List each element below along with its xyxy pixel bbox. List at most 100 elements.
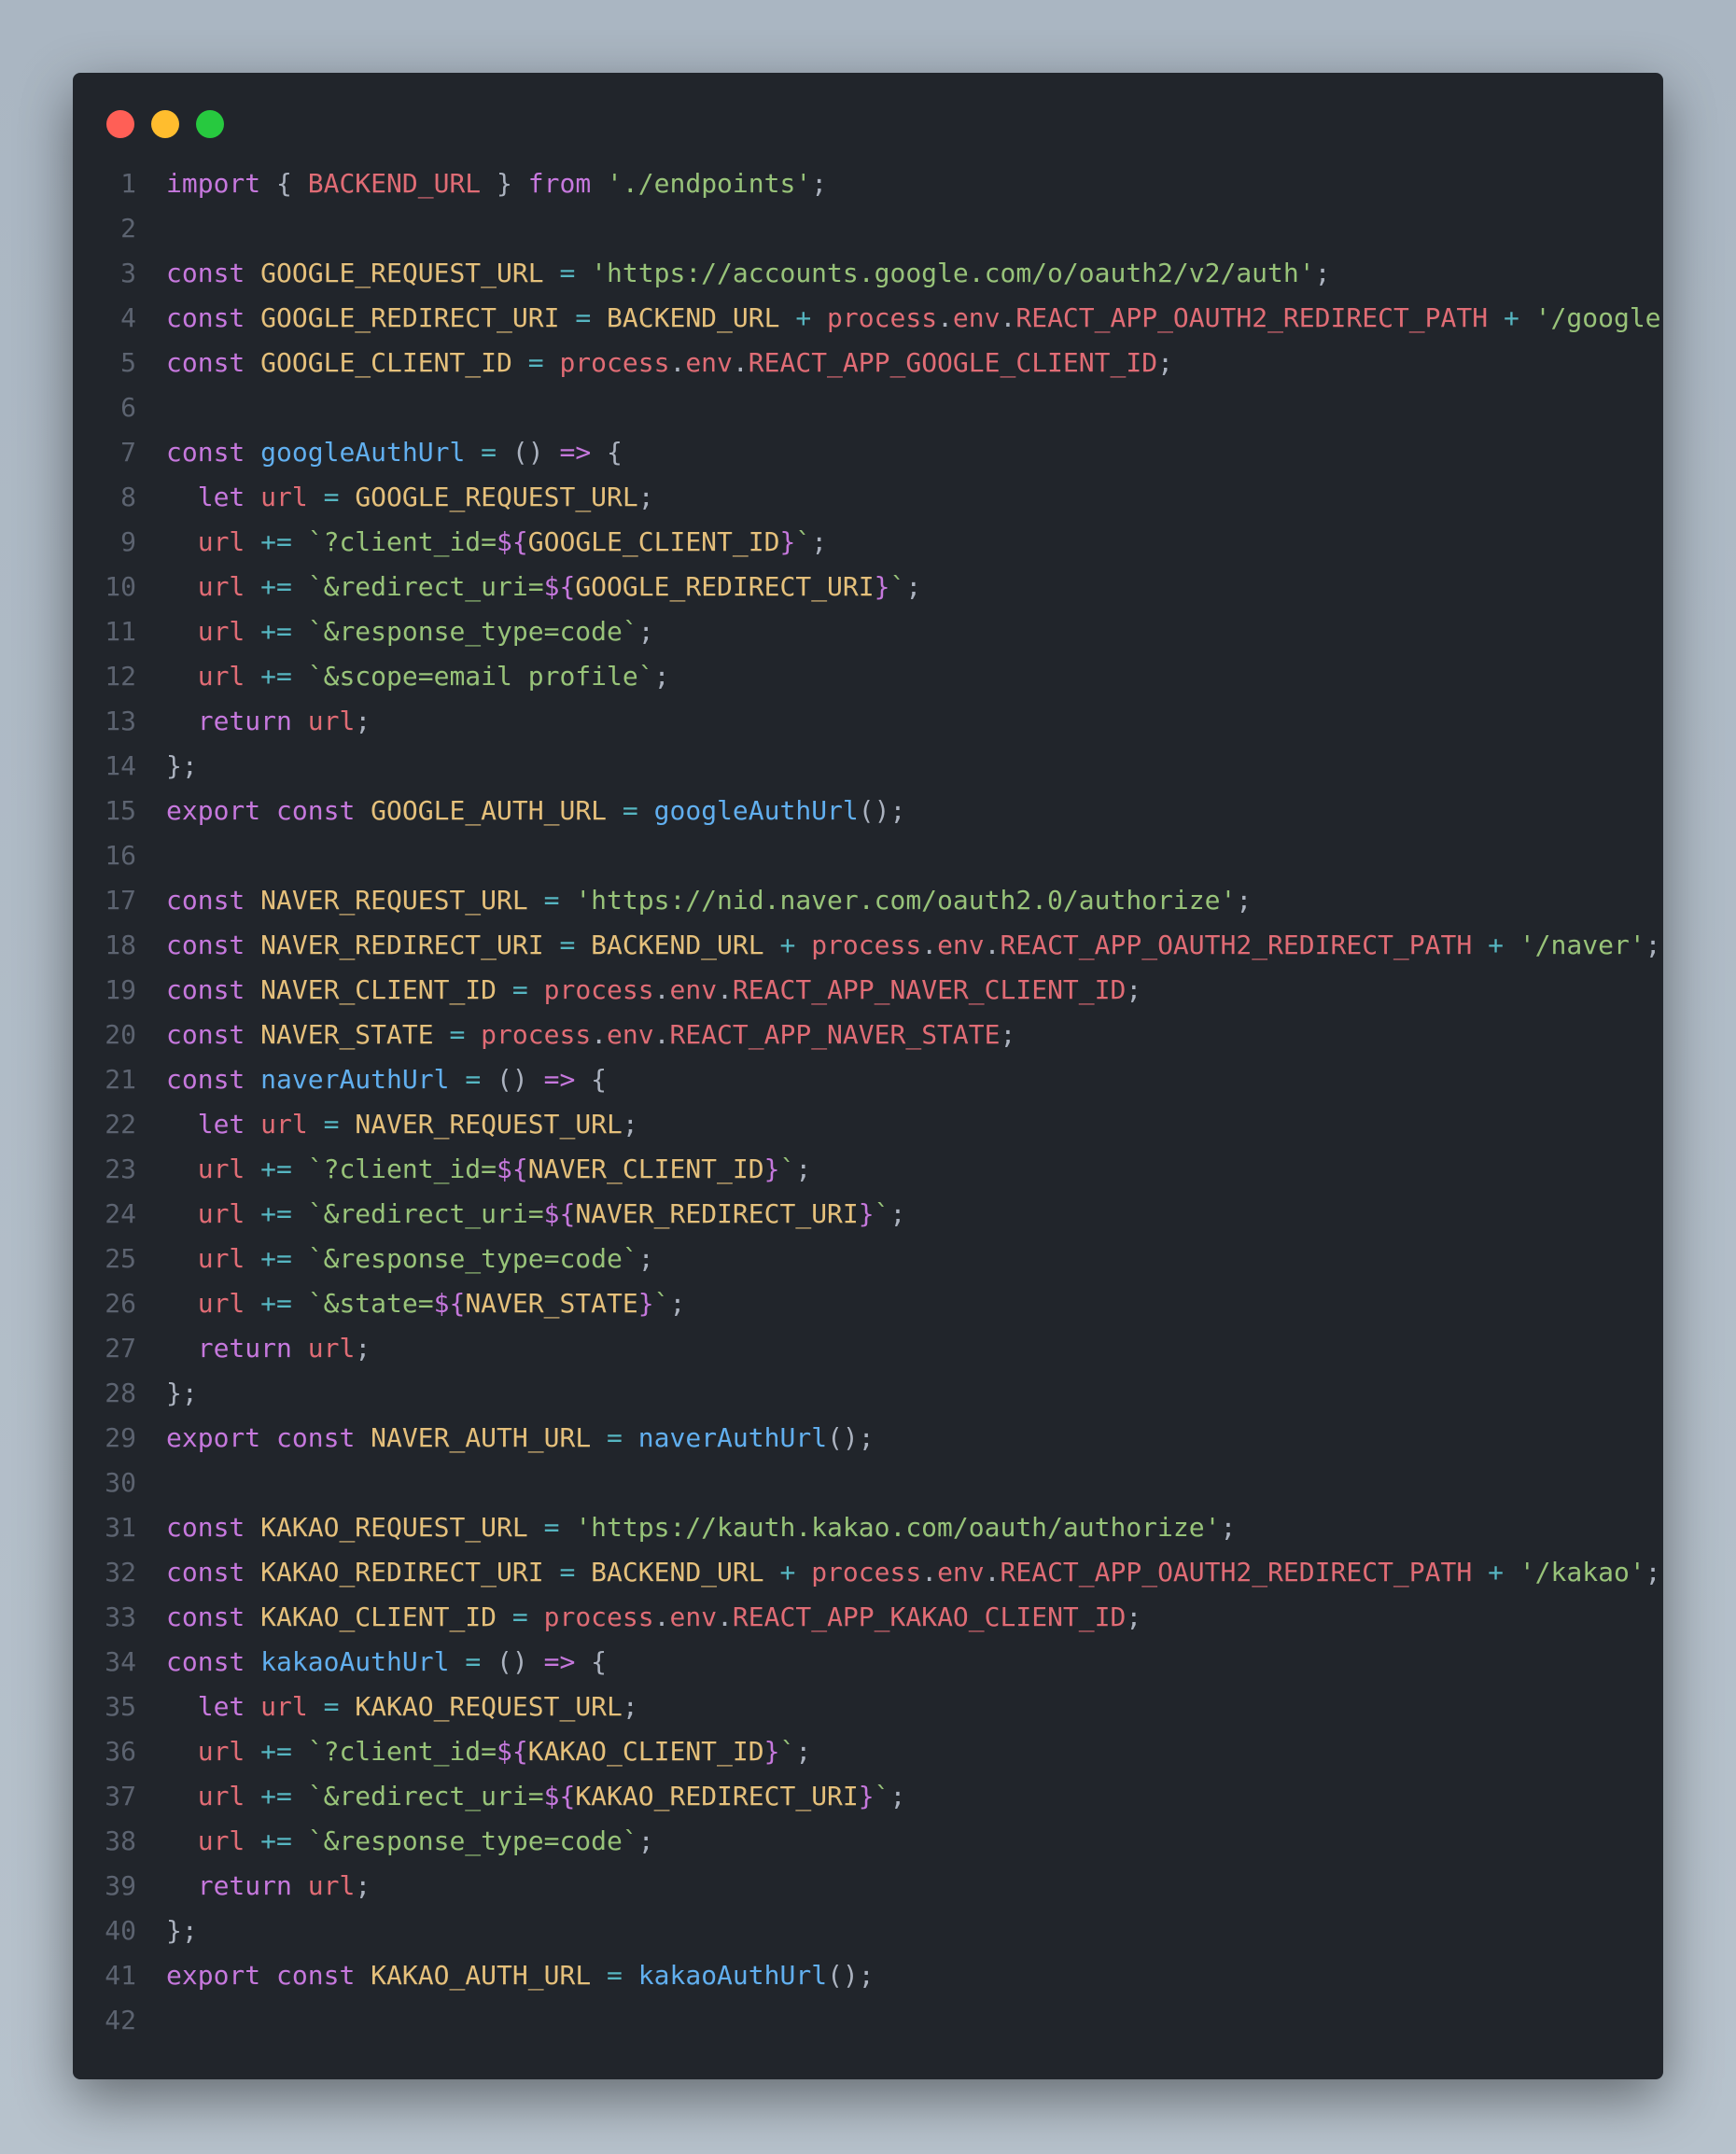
code-token: NAVER_REDIRECT_URI [575, 1198, 859, 1229]
line-number: 38 [105, 1825, 136, 1856]
code-line: 6 [73, 385, 1663, 430]
code-line: 27 return url; [73, 1326, 1663, 1371]
line-number: 10 [105, 571, 136, 602]
code-token: } [763, 1154, 780, 1184]
code-token: . [732, 347, 749, 378]
code-token: ; [1645, 930, 1661, 960]
code-token: url [197, 1781, 245, 1811]
code-token: + [779, 930, 796, 960]
code-token: REACT_APP_OAUTH2_REDIRECT_PATH [1000, 930, 1473, 960]
code-token: let [197, 1691, 245, 1722]
code-token: BACKEND_URL [591, 1557, 764, 1588]
code-token: ; [637, 1243, 654, 1274]
code-token: += [260, 526, 292, 557]
code-token: url [307, 706, 356, 736]
line-number: 22 [105, 1109, 136, 1140]
code-token: ` [779, 1736, 796, 1767]
code-text: const naverAuthUrl = () => { [166, 1057, 607, 1102]
code-token: KAKAO_REDIRECT_URI [260, 1557, 544, 1588]
code-editor[interactable]: 1 import { BACKEND_URL } from './endpoint… [73, 161, 1663, 2043]
line-number: 7 [120, 437, 136, 468]
code-token: '/google' [1534, 302, 1663, 333]
code-token: REACT_APP_KAKAO_CLIENT_ID [732, 1602, 1127, 1632]
code-token: url [307, 1870, 356, 1901]
code-token: url [307, 1333, 356, 1364]
code-token: = [559, 1557, 576, 1588]
code-text: url += `?client_id=${KAKAO_CLIENT_ID}`; [166, 1729, 811, 1774]
code-token: ; [811, 168, 828, 199]
window-controls [106, 110, 224, 138]
code-token: const [166, 258, 245, 288]
code-token: = [543, 1512, 560, 1543]
code-token: export [166, 1422, 261, 1453]
code-token: + [1488, 930, 1504, 960]
code-token: export [166, 795, 261, 826]
code-token: REACT_APP_NAVER_CLIENT_ID [732, 974, 1127, 1005]
code-window: 1 import { BACKEND_URL } from './endpoint… [73, 73, 1663, 2079]
code-token: env [937, 1557, 985, 1588]
line-number: 35 [105, 1691, 136, 1722]
code-token: './endpoints' [607, 168, 812, 199]
maximize-button[interactable] [196, 110, 224, 138]
code-text: return url; [166, 699, 371, 744]
code-token: += [260, 1288, 292, 1319]
code-token: KAKAO_REQUEST_URL [355, 1691, 623, 1722]
code-token: env [669, 974, 718, 1005]
code-token: 'https://accounts.google.com/o/oauth2/v2… [591, 258, 1315, 288]
minimize-button[interactable] [151, 110, 179, 138]
code-token: GOOGLE_REQUEST_URL [260, 258, 544, 288]
code-token: () [497, 437, 560, 468]
code-token: REACT_APP_GOOGLE_CLIENT_ID [748, 347, 1158, 378]
code-token: url [197, 526, 245, 557]
code-token: + [1503, 302, 1519, 333]
close-button[interactable] [106, 110, 134, 138]
code-text: const GOOGLE_REDIRECT_URI = BACKEND_URL … [166, 296, 1663, 341]
line-number: 19 [105, 974, 136, 1005]
code-token: . [937, 302, 953, 333]
code-text: const KAKAO_REDIRECT_URI = BACKEND_URL +… [166, 1550, 1661, 1595]
code-token: ` [874, 1781, 890, 1811]
code-token: url [197, 616, 245, 647]
code-line: 7 const googleAuthUrl = () => { [73, 430, 1663, 475]
code-line: 29 export const NAVER_AUTH_URL = naverAut… [73, 1416, 1663, 1461]
code-line: 39 return url; [73, 1864, 1663, 1909]
code-text: const KAKAO_CLIENT_ID = process.env.REAC… [166, 1595, 1141, 1640]
code-line: 32 const KAKAO_REDIRECT_URI = BACKEND_URL… [73, 1550, 1663, 1595]
code-token: `&response_type=code` [307, 1243, 638, 1274]
code-line: 14}; [73, 744, 1663, 789]
code-text: export const GOOGLE_AUTH_URL = googleAut… [166, 789, 905, 833]
code-token: process [543, 974, 654, 1005]
line-number: 25 [105, 1243, 136, 1274]
code-token: { [575, 1646, 608, 1677]
code-token: '/kakao' [1519, 1557, 1645, 1588]
code-text: url += `?client_id=${NAVER_CLIENT_ID}`; [166, 1147, 811, 1192]
line-number: 17 [105, 885, 136, 916]
code-token: GOOGLE_AUTH_URL [371, 795, 608, 826]
code-token: ${ [497, 1736, 528, 1767]
code-line: 26 url += `&state=${NAVER_STATE}`; [73, 1281, 1663, 1326]
line-number: 37 [105, 1781, 136, 1811]
code-token: += [260, 1825, 292, 1856]
